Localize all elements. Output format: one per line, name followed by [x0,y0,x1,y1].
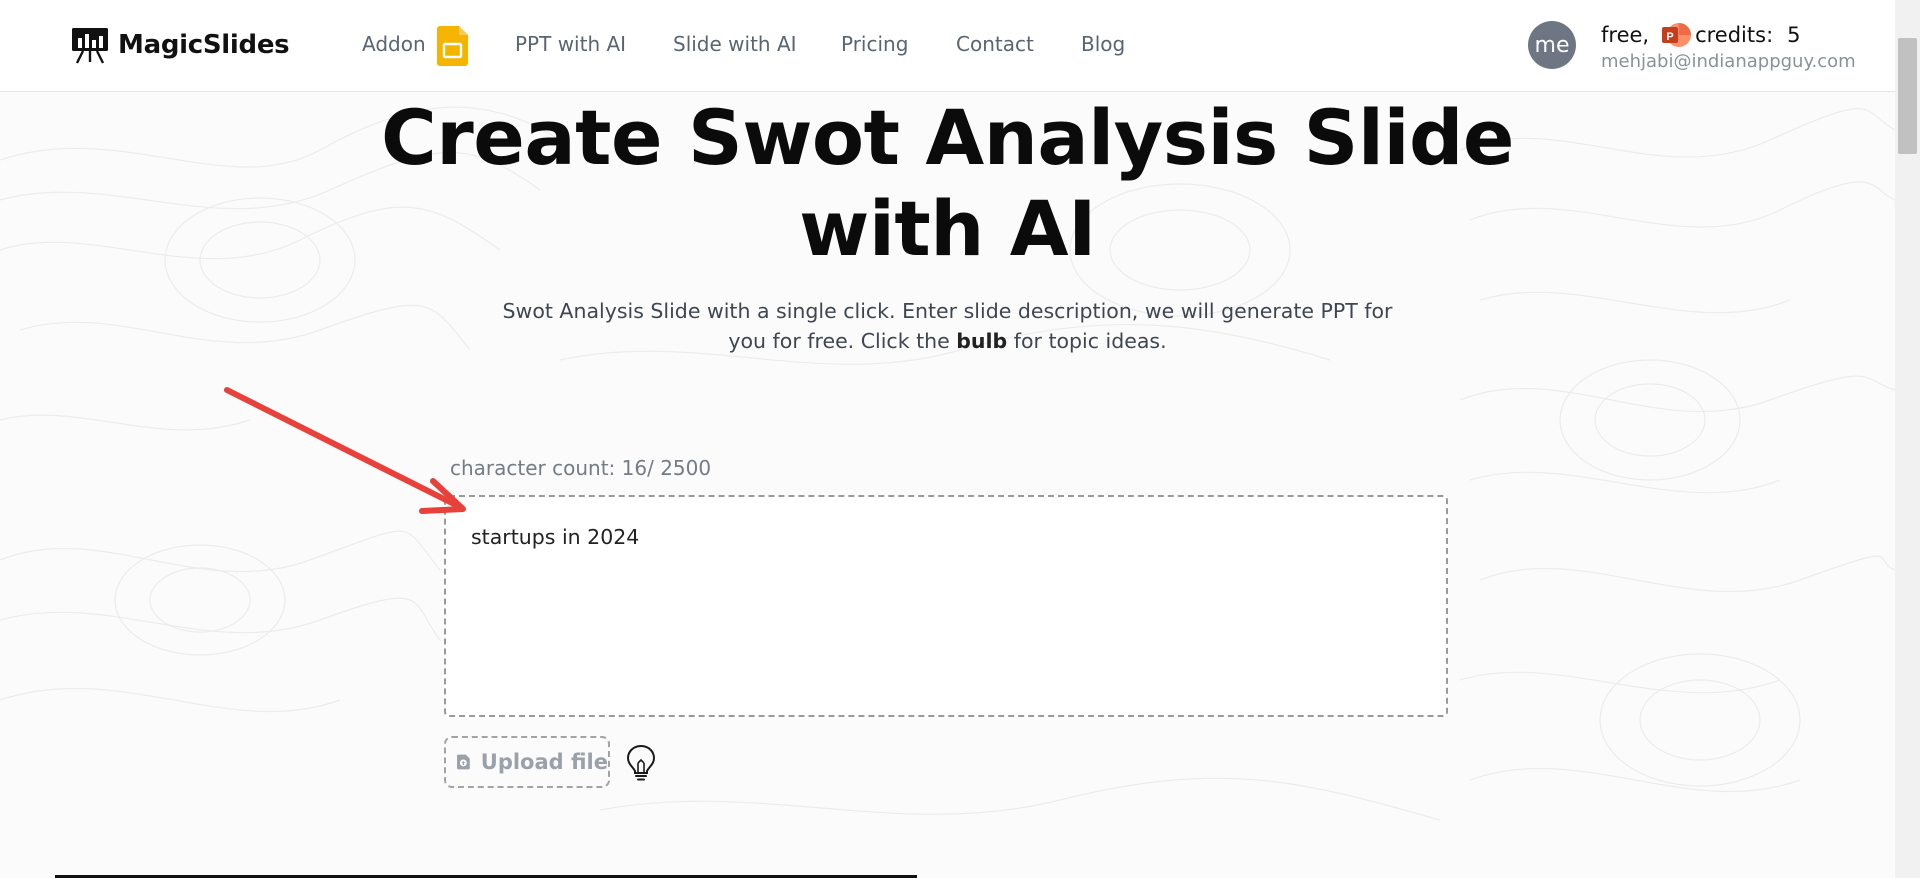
nav-slide-with-ai[interactable]: Slide with AI [673,32,797,56]
nav-blog[interactable]: Blog [1081,32,1125,56]
logo[interactable]: MagicSlides [71,26,290,64]
google-slides-icon[interactable] [437,26,468,66]
credits-value: 5 [1787,23,1801,47]
slide-description-value[interactable]: startups in 2024 [471,525,639,549]
page-title: Create Swot Analysis Slide with AI [360,92,1535,274]
plan-separator: , [1642,23,1650,47]
avatar[interactable]: me [1528,21,1576,69]
subtitle-line-1: Swot Analysis Slide with a single click.… [502,299,1393,323]
user-email: mehjabi@indianappguy.com [1601,51,1856,72]
logo-text: MagicSlides [118,30,290,60]
annotation-arrow [224,387,466,514]
presentation-board-icon [72,28,108,64]
plan-name: free [1601,23,1643,47]
subtitle-bulb-word: bulb [956,329,1008,353]
character-count: character count: 16/ 2500 [450,456,712,480]
title-line-1: Create Swot Analysis Slide [381,93,1514,182]
lightbulb-icon[interactable] [625,744,657,782]
plan-credits: free , P credits: 5 [1601,20,1801,50]
svg-text:P: P [1666,31,1673,43]
credits-label: credits: [1695,23,1774,47]
top-navbar: MagicSlides Addon PPT with AI Slide with… [0,0,1895,92]
upload-file-icon [457,754,470,770]
title-line-2: with AI [799,184,1096,273]
subtitle-line-2-end: for topic ideas. [1007,329,1167,353]
slide-description-input[interactable]: startups in 2024 [444,495,1448,717]
upload-file-button[interactable]: Upload file [444,736,610,788]
subtitle-line-2-start: you for free. Click the [728,329,957,353]
nav-ppt-with-ai[interactable]: PPT with AI [515,32,626,56]
nav-contact[interactable]: Contact [956,32,1034,56]
nav-addon[interactable]: Addon [362,32,426,56]
page-subtitle: Swot Analysis Slide with a single click.… [480,296,1415,356]
page: MagicSlides Addon PPT with AI Slide with… [0,0,1920,878]
scrollbar-thumb[interactable] [1898,38,1917,154]
powerpoint-icon: P [1662,23,1692,47]
upload-file-label: Upload file [480,750,608,774]
nav-pricing[interactable]: Pricing [841,32,908,56]
